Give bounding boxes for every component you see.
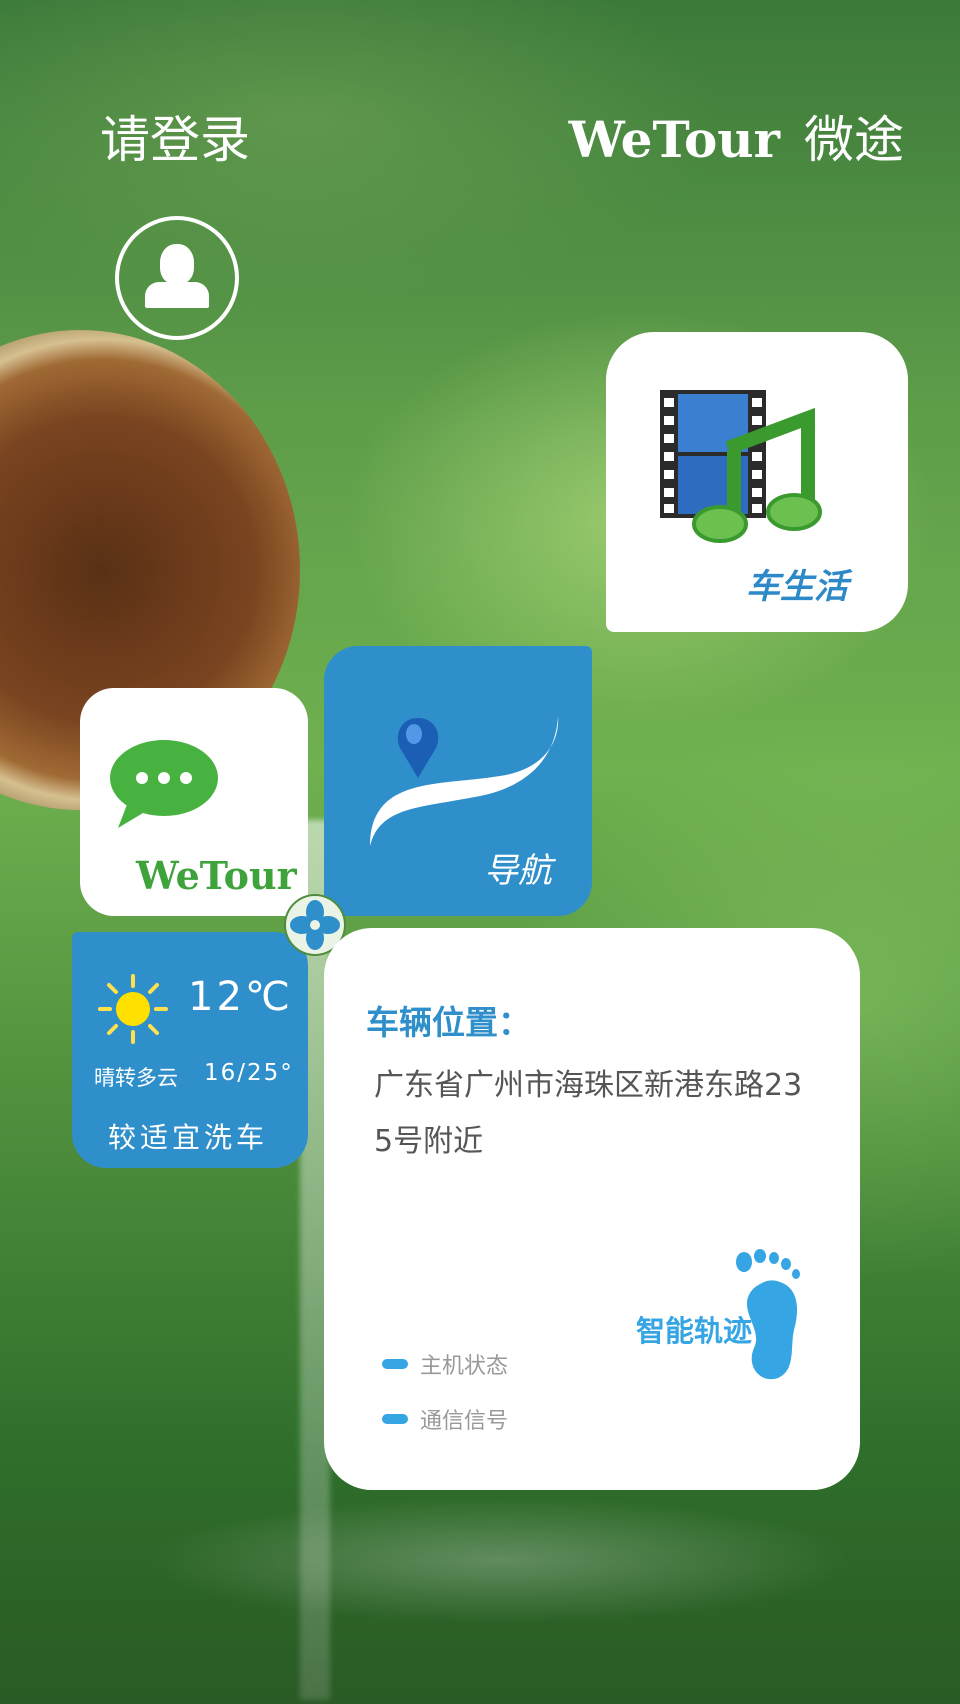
avatar-button[interactable] bbox=[115, 216, 239, 340]
map-pin-route-icon bbox=[370, 716, 559, 846]
weather-condition: 晴转多云 bbox=[94, 1066, 178, 1090]
vehicle-location-card[interactable]: 车辆位置： 广东省广州市海珠区新港东路235号附近 智能轨迹 主机状态 通信信号 bbox=[324, 928, 860, 1490]
avatar-shoulders bbox=[145, 282, 209, 308]
wetour-label: WeTour bbox=[136, 853, 297, 898]
navigation-label: 导航 bbox=[484, 851, 552, 891]
chat-bubble-icon bbox=[110, 740, 218, 828]
brand-en: WeTour bbox=[568, 110, 780, 169]
brand-cn: 微途 bbox=[804, 111, 904, 169]
status-host: 主机状态 bbox=[382, 1348, 508, 1380]
temperature-range: 16/25° bbox=[204, 1060, 294, 1086]
car-wash-advice: 较适宜洗车 bbox=[108, 1121, 269, 1154]
weather-tile[interactable]: 12℃ 晴转多云 16/25° 较适宜洗车 bbox=[72, 932, 308, 1168]
status-dot bbox=[382, 1359, 408, 1369]
car-life-label: 车生活 bbox=[746, 567, 848, 607]
status-label: 通信信号 bbox=[420, 1409, 509, 1434]
status-label: 主机状态 bbox=[420, 1354, 509, 1379]
footprint-icon bbox=[736, 1249, 800, 1380]
vehicle-location-title: 车辆位置： bbox=[366, 1003, 531, 1042]
temperature: 12℃ bbox=[188, 974, 293, 1020]
vehicle-address: 广东省广州市海珠区新港东路235号附近 bbox=[374, 1068, 803, 1159]
status-dot bbox=[382, 1414, 408, 1424]
login-link[interactable]: 请登录 bbox=[100, 100, 250, 172]
sun-icon bbox=[98, 974, 168, 1044]
avatar-head bbox=[160, 244, 194, 284]
navigation-tile[interactable]: 导航 bbox=[324, 646, 592, 916]
status-signal: 通信信号 bbox=[382, 1403, 508, 1435]
film-music-icon bbox=[660, 390, 822, 543]
wetour-chat-tile[interactable]: WeTour bbox=[80, 688, 308, 916]
car-life-tile[interactable]: 车生活 bbox=[606, 332, 908, 632]
app-brand: WeTour 微途 bbox=[569, 100, 904, 172]
